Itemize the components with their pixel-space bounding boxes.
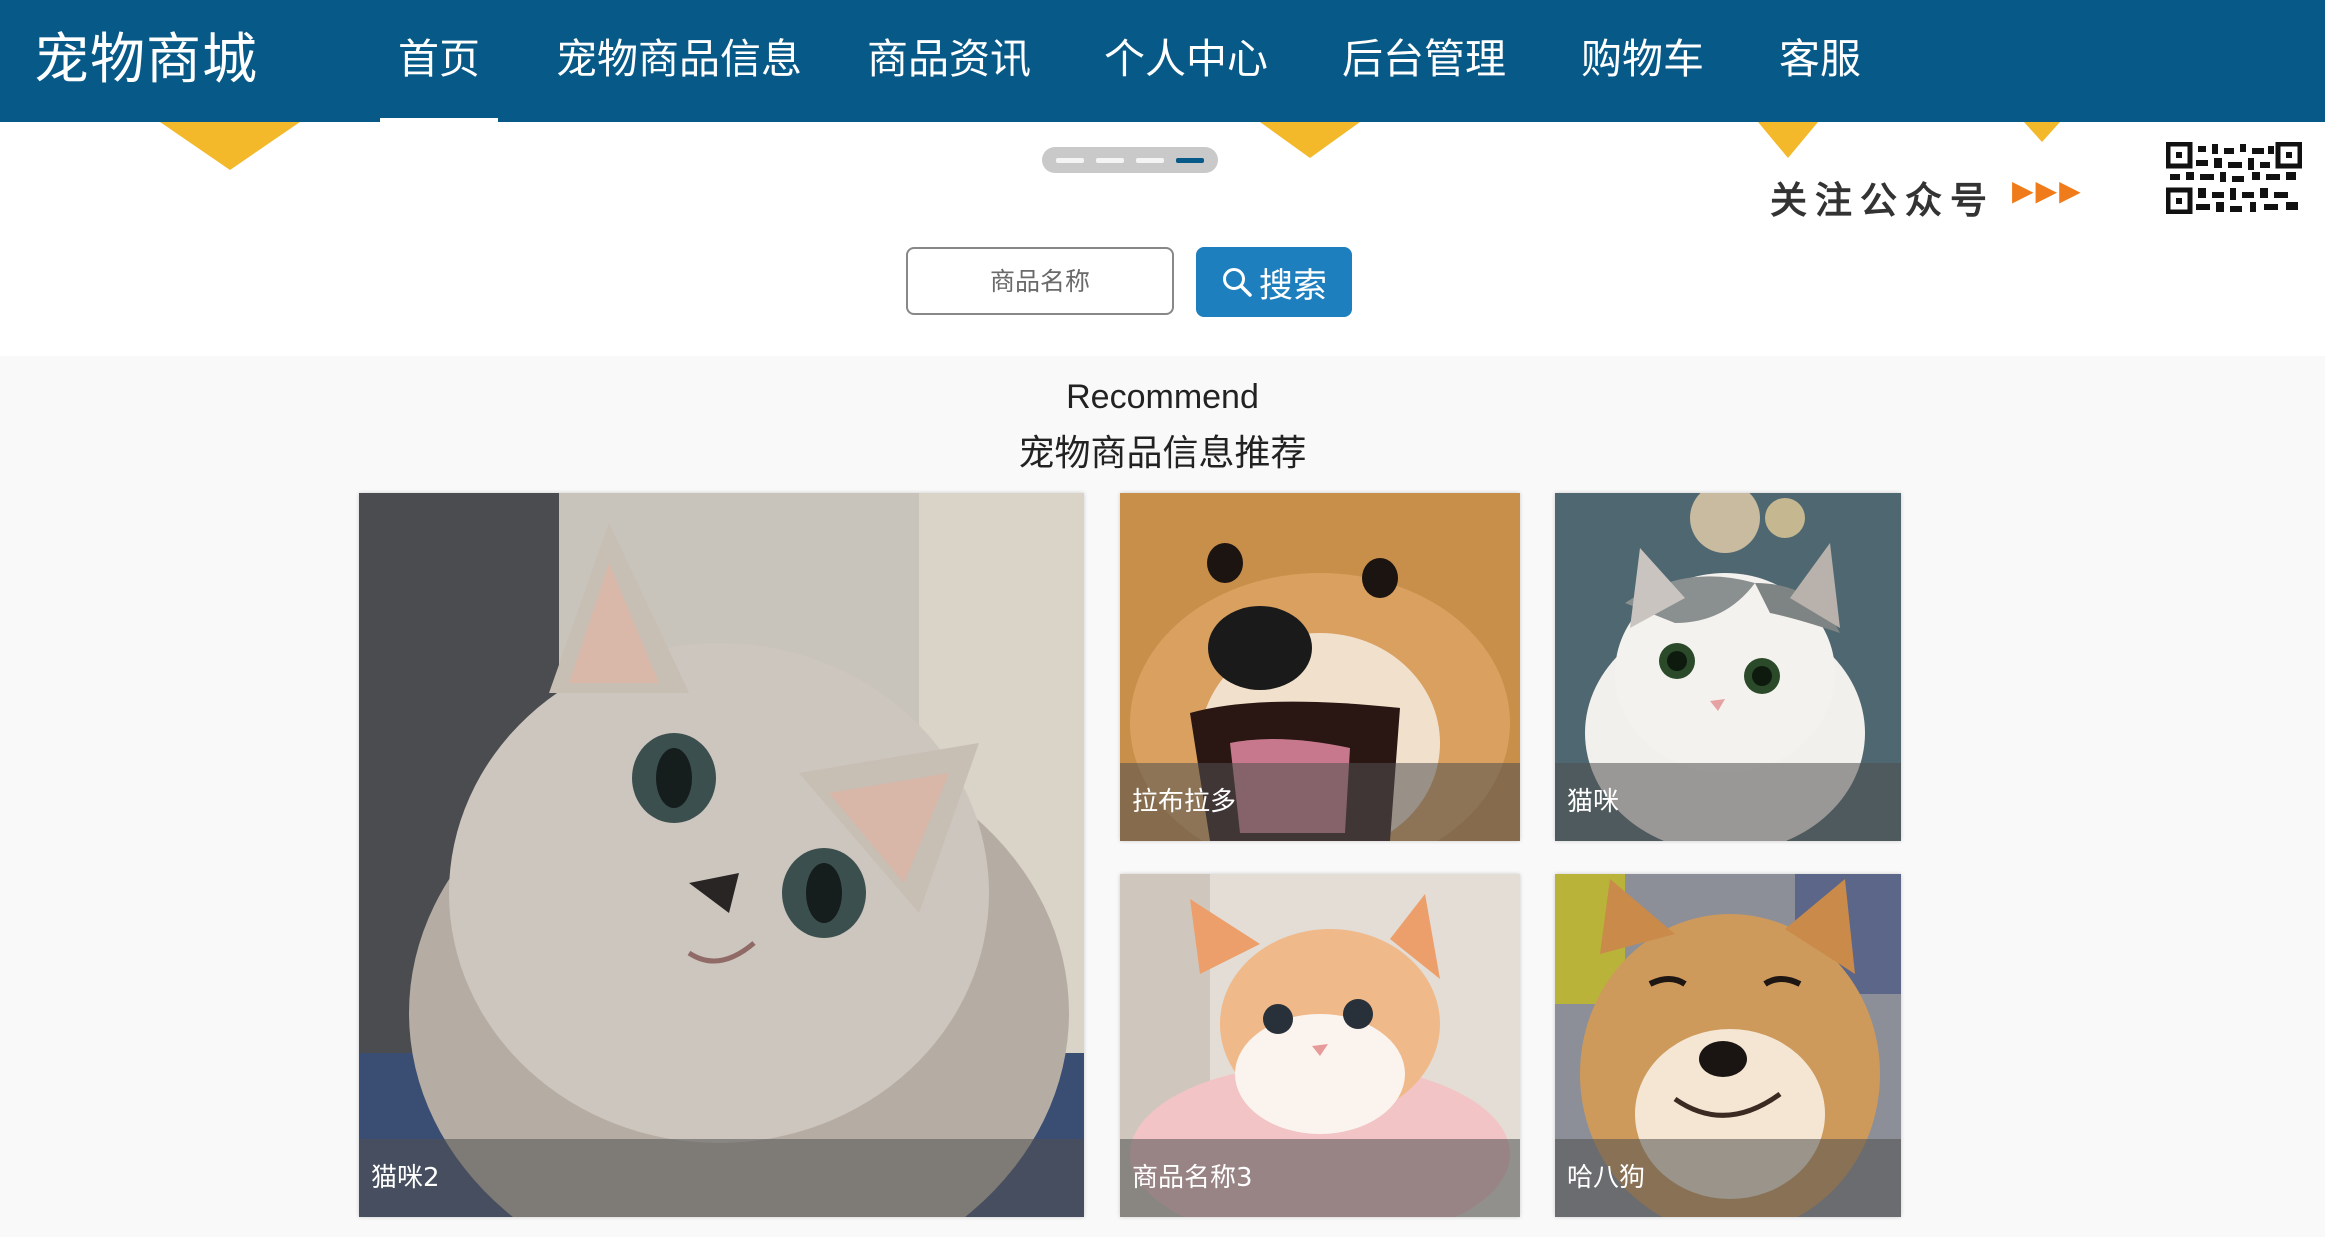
- nav-product-news[interactable]: 商品资讯: [867, 0, 1031, 122]
- product-name-search-input[interactable]: [906, 247, 1174, 315]
- carousel-dot[interactable]: [1136, 158, 1164, 163]
- nav-admin[interactable]: 后台管理: [1342, 0, 1506, 122]
- search-button-label: 搜索: [1259, 265, 1327, 306]
- site-logo-text[interactable]: 宠物商城: [34, 0, 258, 122]
- carousel-dot[interactable]: [1056, 158, 1084, 163]
- product-card[interactable]: 哈八狗: [1555, 874, 1901, 1217]
- product-card-caption: 哈八狗: [1555, 1139, 1901, 1217]
- follow-official-account-text: 关注公众号: [1770, 179, 1995, 222]
- recommend-section: Recommend 宠物商品信息推荐 猫咪2 拉布拉多 猫咪 商品名称3 哈八狗: [0, 356, 2325, 1237]
- section-title-cn: 宠物商品信息推荐: [1018, 433, 1307, 474]
- product-card[interactable]: 猫咪: [1555, 493, 1901, 841]
- nav-cart[interactable]: 购物车: [1581, 0, 1704, 122]
- product-card[interactable]: 猫咪2: [359, 493, 1084, 1217]
- product-card-caption: 猫咪: [1555, 763, 1901, 841]
- carousel-indicators: [1042, 147, 1218, 173]
- product-card-caption: 拉布拉多: [1120, 763, 1520, 841]
- nav-home[interactable]: 首页: [380, 0, 498, 122]
- section-title-en: Recommend: [1066, 378, 1259, 416]
- carousel-dot-active[interactable]: [1176, 158, 1204, 163]
- qr-code-icon: [2166, 142, 2302, 214]
- decor-triangle: [1260, 122, 1360, 158]
- nav-customer-service[interactable]: 客服: [1779, 0, 1861, 122]
- product-card[interactable]: 拉布拉多: [1120, 493, 1520, 841]
- decor-triangle: [2024, 122, 2060, 142]
- arrows-icon: ▶▶▶: [2012, 174, 2083, 207]
- decor-triangle: [160, 122, 300, 170]
- product-card-caption: 猫咪2: [359, 1139, 1084, 1217]
- search-button[interactable]: 搜索: [1196, 247, 1352, 317]
- search-icon: [1223, 268, 1252, 297]
- nav-personal-center[interactable]: 个人中心: [1104, 0, 1268, 122]
- decor-triangle: [1758, 122, 1818, 158]
- product-card[interactable]: 商品名称3: [1120, 874, 1520, 1217]
- product-card-caption: 商品名称3: [1120, 1139, 1520, 1217]
- kitten-photo: [359, 493, 1084, 1217]
- nav-pet-products[interactable]: 宠物商品信息: [556, 0, 802, 122]
- carousel-banner[interactable]: 关注公众号 ▶▶▶: [0, 122, 2325, 237]
- carousel-dot[interactable]: [1096, 158, 1124, 163]
- top-navbar: 宠物商城 首页 宠物商品信息 商品资讯 个人中心 后台管理 购物车 客服: [0, 0, 2325, 122]
